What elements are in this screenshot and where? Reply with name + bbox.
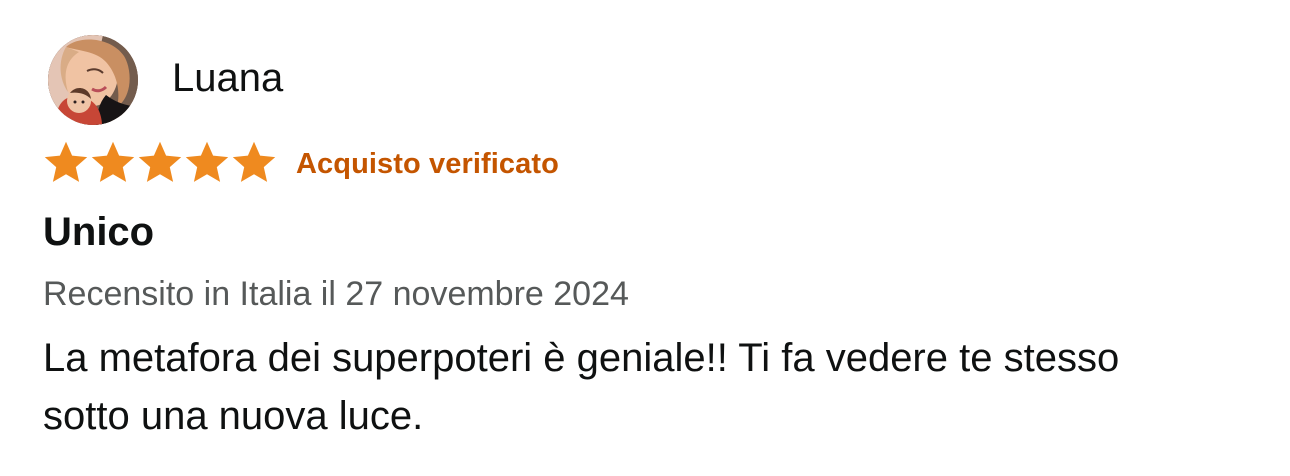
- review-date: Recensito in Italia il 27 novembre 2024: [43, 275, 629, 313]
- review-body: La metafora dei superpoteri è geniale!! …: [43, 336, 1120, 438]
- verified-purchase-badge: Acquisto verificato: [296, 148, 559, 180]
- review-title: Unico: [43, 210, 155, 254]
- star-icon: [230, 139, 278, 187]
- star-icon: [136, 139, 184, 187]
- star-rating[interactable]: [42, 138, 277, 188]
- avatar[interactable]: [48, 35, 138, 125]
- reviewer-profile[interactable]: Luana: [48, 35, 283, 125]
- rating-row: Acquisto verificato: [42, 138, 559, 188]
- review-card: Luana Acquisto verificato Unico Recensit…: [0, 0, 1290, 476]
- reviewer-name[interactable]: Luana: [172, 56, 283, 100]
- star-icon: [42, 139, 90, 187]
- star-icon: [183, 139, 231, 187]
- star-icon: [89, 139, 137, 187]
